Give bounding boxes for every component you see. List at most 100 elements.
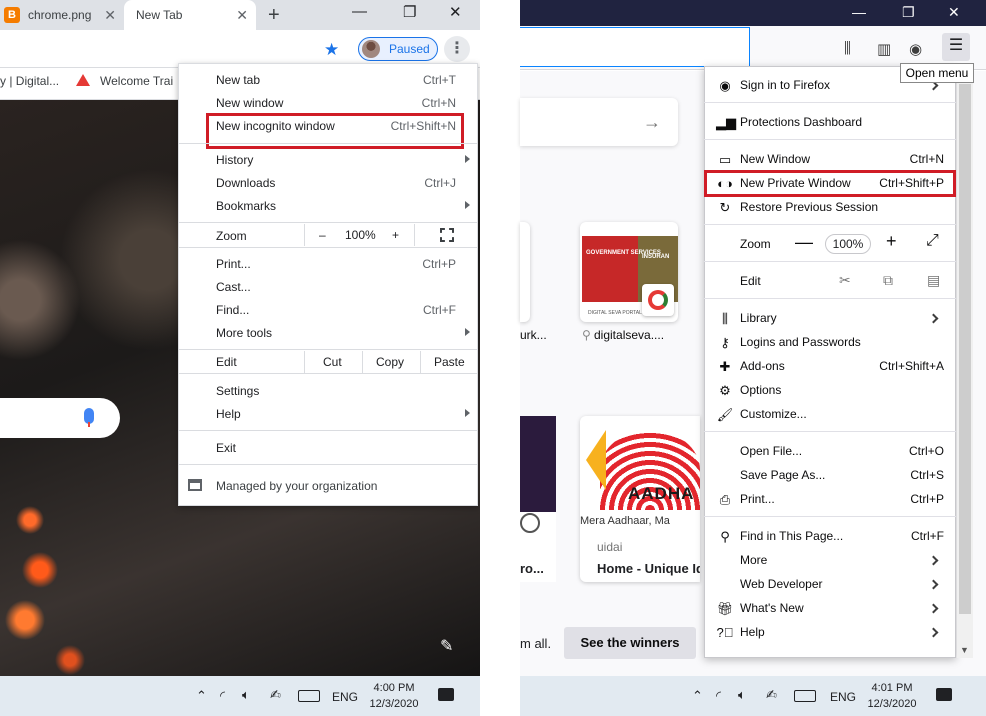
account-icon[interactable]: ◉ (909, 40, 922, 58)
menu-help[interactable]: Help (740, 625, 765, 639)
menu-whats-new[interactable]: What's New (740, 601, 804, 615)
menu-logins-passwords[interactable]: Logins and Passwords (740, 335, 861, 349)
clock[interactable]: 4:01 PM 12/3/2020 (862, 680, 922, 712)
search-go-arrow-icon[interactable]: → (643, 112, 661, 133)
top-site-tile-digitalseva[interactable]: GOVERNMENT SERVICES INSURAN DIGITAL SEVA… (580, 222, 678, 322)
sidebar-icon[interactable]: ▥ (877, 40, 891, 58)
menu-addons[interactable]: Add-ons (740, 359, 785, 373)
menu-find[interactable]: Find... (216, 303, 249, 317)
zoom-level: 100% (345, 228, 376, 242)
shortcut: Ctrl+F (423, 303, 456, 317)
menu-cast[interactable]: Cast... (216, 280, 251, 294)
menu-find-in-page[interactable]: Find in This Page... (740, 529, 843, 543)
menu-more[interactable]: More (740, 553, 767, 567)
menu-cut[interactable]: Cut (323, 355, 342, 369)
chrome-window: B chrome.png ✕ New Tab ✕ + — ❐ ✕ ★ Pause… (0, 0, 480, 716)
menu-options[interactable]: Options (740, 383, 781, 397)
menu-downloads[interactable]: Downloads (216, 176, 275, 190)
clock[interactable]: 4:00 PM 12/3/2020 (366, 680, 422, 712)
menu-web-developer[interactable]: Web Developer (740, 577, 823, 591)
pen-icon[interactable]: ✍︎ (270, 687, 281, 703)
library-icon[interactable]: ⫼ (844, 40, 851, 57)
minimize-icon[interactable]: — (352, 3, 367, 20)
menu-divider (178, 373, 478, 374)
copy-icon[interactable]: ⧉ (883, 272, 893, 289)
scroll-down-arrow-icon[interactable]: ▼ (960, 645, 969, 655)
zoom-out-button[interactable]: — (795, 232, 813, 253)
pen-icon[interactable]: ✍︎ (766, 687, 777, 703)
google-search-box[interactable] (0, 398, 120, 438)
menu-help[interactable]: Help (216, 407, 241, 421)
chrome-tab-active[interactable]: New Tab ✕ (124, 0, 256, 30)
clock-time: 4:00 PM (373, 682, 415, 694)
menu-exit[interactable]: Exit (216, 441, 236, 455)
close-window-icon[interactable]: ✕ (948, 4, 960, 21)
new-tab-plus-icon[interactable]: + (268, 4, 280, 27)
zoom-level[interactable]: 100% (825, 234, 871, 254)
menu-print[interactable]: Print... (216, 257, 251, 271)
zoom-out-button[interactable]: – (319, 228, 326, 242)
paste-clipboard-icon[interactable]: ▤ (927, 272, 940, 289)
show-hidden-icons-chevron-icon[interactable]: ⌃ (196, 688, 207, 704)
menu-protections-dashboard[interactable]: Protections Dashboard (740, 115, 862, 129)
bookmark-item[interactable]: Welcome Trai (100, 74, 173, 88)
menu-save-page-as[interactable]: Save Page As... (740, 468, 825, 482)
bookmark-item[interactable]: y | Digital... (0, 74, 59, 88)
fullscreen-icon[interactable]: ⤢ (926, 232, 939, 250)
bookmark-star-icon[interactable]: ★ (324, 40, 339, 60)
menu-divider (704, 102, 956, 103)
keyboard-icon[interactable] (298, 690, 320, 702)
managed-by-org[interactable]: Managed by your organization (216, 479, 377, 493)
tile-image-red (582, 236, 638, 302)
volume-icon[interactable]: 🔈︎ (738, 687, 746, 703)
menu-copy[interactable]: Copy (376, 355, 404, 369)
close-tab-icon[interactable]: ✕ (236, 7, 248, 24)
menu-divider (178, 247, 478, 248)
menu-open-file[interactable]: Open File... (740, 444, 802, 458)
action-center-icon[interactable] (438, 688, 454, 701)
minimize-icon[interactable]: — (852, 4, 866, 20)
menu-settings[interactable]: Settings (216, 384, 259, 398)
menu-print[interactable]: Print... (740, 492, 775, 506)
submenu-arrow-icon (465, 328, 470, 336)
action-center-icon[interactable] (936, 688, 952, 701)
menu-customize[interactable]: Customize... (740, 407, 807, 421)
restore-icon[interactable]: ❐ (403, 3, 416, 21)
menu-history[interactable]: History (216, 153, 253, 167)
url-bar[interactable] (520, 27, 750, 67)
language-indicator[interactable]: ENG (830, 690, 856, 704)
keyboard-icon[interactable] (794, 690, 816, 702)
highlight-box (704, 170, 956, 197)
aadhaar-logo-text: AADHA (628, 484, 695, 503)
menu-new-window[interactable]: New window (216, 96, 283, 110)
volume-icon[interactable]: 🔈︎ (242, 687, 250, 703)
shortcut: Ctrl+P (910, 492, 944, 506)
wifi-icon[interactable]: ◜ (716, 688, 721, 704)
zoom-in-button[interactable]: + (886, 231, 897, 252)
top-site-tile[interactable] (520, 222, 530, 322)
menu-sign-in[interactable]: Sign in to Firefox (740, 78, 830, 92)
language-indicator[interactable]: ENG (332, 690, 358, 704)
menu-paste[interactable]: Paste (434, 355, 465, 369)
menu-restore-session[interactable]: Restore Previous Session (740, 200, 878, 214)
wifi-icon[interactable]: ◜ (220, 688, 225, 704)
menu-divider (704, 224, 956, 225)
hamburger-menu-icon[interactable]: ☰ (942, 33, 970, 61)
chrome-tab-inactive[interactable]: B chrome.png ✕ (0, 0, 124, 30)
restore-icon[interactable]: ❐ (902, 4, 915, 21)
menu-library[interactable]: Library (740, 311, 777, 325)
menu-more-tools[interactable]: More tools (216, 326, 272, 340)
tab-title: chrome.png (28, 8, 92, 22)
cut-scissors-icon[interactable]: ✂ (839, 272, 851, 289)
menu-new-window[interactable]: New Window (740, 152, 810, 166)
scrollbar-thumb[interactable] (959, 84, 971, 614)
show-hidden-icons-chevron-icon[interactable]: ⌃ (692, 688, 703, 704)
close-tab-icon[interactable]: ✕ (104, 7, 116, 24)
customize-pencil-icon[interactable]: ✎ (440, 636, 453, 656)
menu-bookmarks[interactable]: Bookmarks (216, 199, 276, 213)
close-window-icon[interactable]: ✕ (449, 3, 462, 21)
menu-new-tab[interactable]: New tab (216, 73, 260, 87)
chrome-menu-kebab-icon[interactable]: ⋮ (444, 36, 470, 62)
see-winners-button[interactable]: See the winners (564, 627, 696, 659)
zoom-in-button[interactable]: + (392, 228, 399, 242)
